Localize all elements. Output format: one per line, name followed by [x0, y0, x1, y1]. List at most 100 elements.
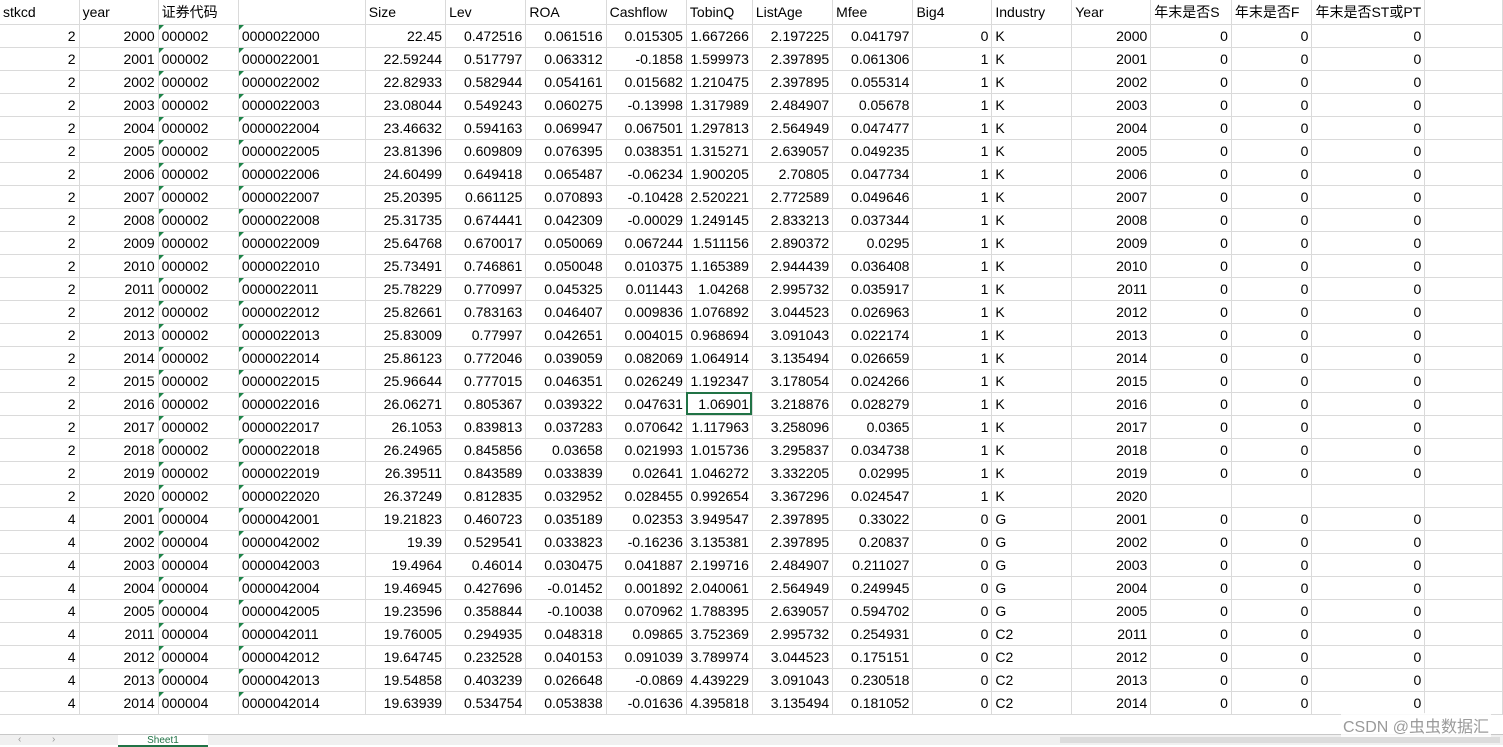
column-header-cell[interactable]: Cashflow	[606, 0, 687, 25]
table-cell[interactable]: 0	[912, 576, 993, 600]
table-cell[interactable]: 2006	[79, 162, 159, 186]
table-cell[interactable]: 0.968694	[686, 323, 753, 347]
table-cell[interactable]: 0	[1150, 93, 1232, 117]
table-cell[interactable]: 2012	[79, 645, 159, 669]
table-cell[interactable]: 0.050048	[525, 254, 607, 278]
table-cell[interactable]: K	[991, 369, 1073, 393]
table-cell[interactable]: 19.64745	[365, 645, 447, 669]
table-cell[interactable]: 0.054161	[525, 70, 607, 94]
table-cell[interactable]	[1424, 369, 1503, 393]
table-cell[interactable]: 0.067244	[606, 231, 687, 255]
table-cell[interactable]: 2001	[1071, 507, 1152, 531]
table-cell[interactable]	[1424, 185, 1503, 209]
table-cell[interactable]: 2	[0, 139, 80, 163]
table-cell[interactable]: 2018	[1071, 438, 1152, 462]
table-cell[interactable]: 0	[912, 599, 993, 623]
table-cell[interactable]: 0	[1311, 277, 1426, 301]
table-cell[interactable]: 2005	[1071, 139, 1152, 163]
table-cell[interactable]: 0	[1311, 645, 1426, 669]
table-cell[interactable]: 000002	[158, 461, 239, 485]
table-cell[interactable]: 000002	[158, 254, 239, 278]
table-cell[interactable]: 2019	[1071, 461, 1152, 485]
table-cell[interactable]: 4	[0, 553, 80, 577]
table-cell[interactable]: 4	[0, 507, 80, 531]
table-cell[interactable]: 0.039322	[525, 392, 607, 416]
table-cell[interactable]: K	[991, 415, 1073, 439]
table-cell[interactable]: 2	[0, 277, 80, 301]
table-cell[interactable]: 0	[1311, 346, 1426, 370]
table-cell[interactable]	[1424, 323, 1503, 347]
table-cell[interactable]: 2003	[1071, 553, 1152, 577]
table-cell[interactable]: G	[991, 599, 1073, 623]
table-cell[interactable]: 2004	[79, 116, 159, 140]
table-cell[interactable]: 0.992654	[686, 484, 753, 508]
table-cell[interactable]: 1	[912, 438, 993, 462]
table-cell[interactable]: 000002	[158, 70, 239, 94]
table-cell[interactable]: K	[991, 484, 1073, 508]
table-cell[interactable]: 2016	[79, 392, 159, 416]
table-cell[interactable]: 0000022018	[238, 438, 366, 462]
table-cell[interactable]: 000002	[158, 139, 239, 163]
table-cell[interactable]: 0.777015	[445, 369, 527, 393]
table-cell[interactable]: 0000022012	[238, 300, 366, 324]
table-cell[interactable]: 1.192347	[686, 369, 753, 393]
table-cell[interactable]: -0.10038	[525, 599, 607, 623]
table-cell[interactable]: 0.582944	[445, 70, 527, 94]
table-cell[interactable]: 2	[0, 415, 80, 439]
table-cell[interactable]: 0	[912, 553, 993, 577]
table-cell[interactable]: 2018	[79, 438, 159, 462]
table-cell[interactable]: 2000	[1071, 24, 1152, 48]
table-cell[interactable]	[1424, 392, 1503, 416]
table-cell[interactable]: 19.54858	[365, 668, 447, 692]
table-cell[interactable]: 0.042651	[525, 323, 607, 347]
table-cell[interactable]: 1	[912, 47, 993, 71]
table-cell[interactable]: 0	[1311, 70, 1426, 94]
table-cell[interactable]: 1	[912, 254, 993, 278]
table-cell[interactable]: 0	[1231, 70, 1313, 94]
table-cell[interactable]: 0000022015	[238, 369, 366, 393]
table-cell[interactable]: 0	[1311, 668, 1426, 692]
column-header-cell[interactable]: stkcd	[0, 0, 80, 25]
table-cell[interactable]: 2	[0, 116, 80, 140]
table-cell[interactable]: 3.135494	[752, 691, 834, 715]
table-cell[interactable]: 0.070893	[525, 185, 607, 209]
table-cell[interactable]: 000002	[158, 277, 239, 301]
table-cell[interactable]: 000002	[158, 323, 239, 347]
table-cell[interactable]: K	[991, 139, 1073, 163]
table-cell[interactable]: C2	[991, 622, 1073, 646]
table-cell[interactable]	[1424, 47, 1503, 71]
table-cell[interactable]: 2	[0, 323, 80, 347]
table-cell[interactable]: -0.01636	[606, 691, 687, 715]
table-cell[interactable]: 2005	[79, 139, 159, 163]
table-cell[interactable]: 0.015682	[606, 70, 687, 94]
table-cell[interactable]: 0	[1150, 323, 1232, 347]
table-cell[interactable]: C2	[991, 668, 1073, 692]
table-cell[interactable]: 2.199716	[686, 553, 753, 577]
table-cell[interactable]: 0	[1231, 553, 1313, 577]
table-cell[interactable]: 2003	[79, 93, 159, 117]
table-cell[interactable]: 2013	[1071, 323, 1152, 347]
table-cell[interactable]: 2010	[79, 254, 159, 278]
table-cell[interactable]: 0.609809	[445, 139, 527, 163]
table-cell[interactable]: 1.788395	[686, 599, 753, 623]
table-cell[interactable]: 0.05678	[832, 93, 914, 117]
table-cell[interactable]: 0	[1231, 208, 1313, 232]
table-cell[interactable]: 2017	[79, 415, 159, 439]
table-cell[interactable]: 0	[1311, 47, 1426, 71]
table-cell[interactable]: 1.900205	[686, 162, 753, 186]
table-cell[interactable]: 0	[1150, 300, 1232, 324]
table-cell[interactable]: 0	[1231, 438, 1313, 462]
table-cell[interactable]: 0.249945	[832, 576, 914, 600]
table-cell[interactable]: 0.046407	[525, 300, 607, 324]
table-cell[interactable]: 0.010375	[606, 254, 687, 278]
table-cell[interactable]: 1.210475	[686, 70, 753, 94]
table-cell[interactable]: 0	[1311, 530, 1426, 554]
table-cell[interactable]: 22.59244	[365, 47, 447, 71]
table-cell[interactable]: 0	[912, 645, 993, 669]
table-cell[interactable]: 0	[1150, 139, 1232, 163]
column-header-cell[interactable]: Lev	[445, 0, 527, 25]
table-cell[interactable]: -0.1858	[606, 47, 687, 71]
table-cell[interactable]: 2004	[1071, 116, 1152, 140]
table-cell[interactable]: 2	[0, 254, 80, 278]
table-cell[interactable]: G	[991, 530, 1073, 554]
